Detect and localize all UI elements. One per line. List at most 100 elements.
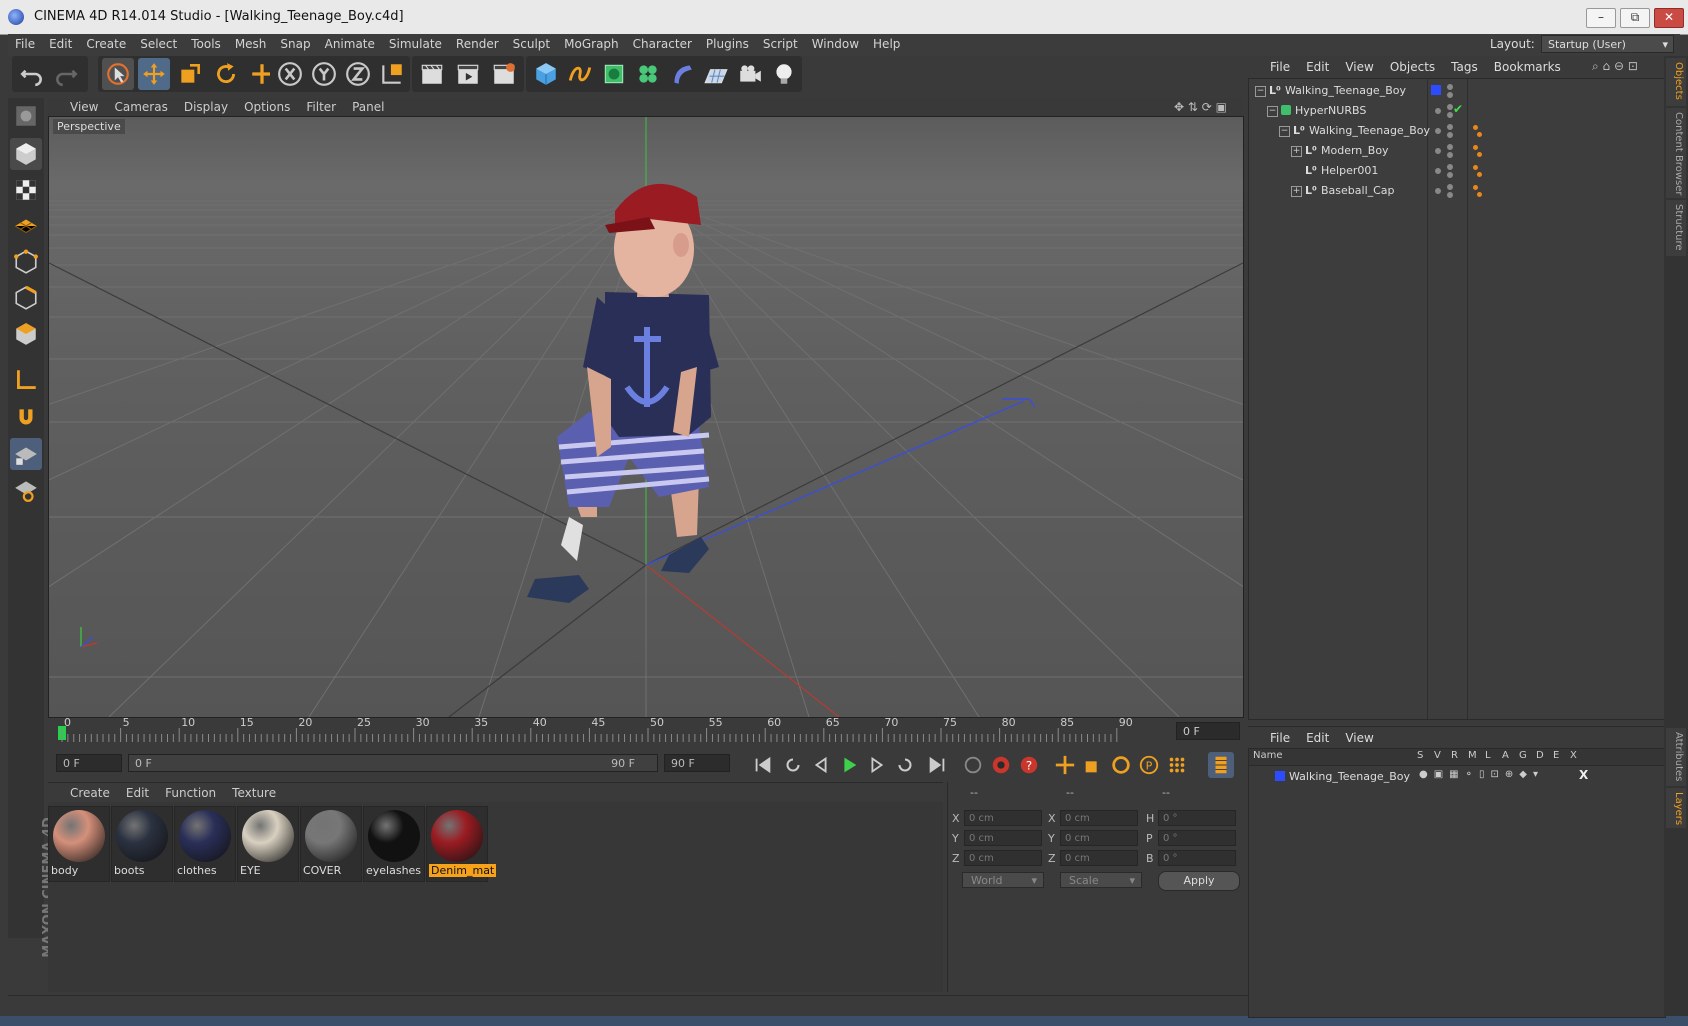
- object-menu-file[interactable]: File: [1248, 56, 1298, 74]
- record-point-level-button[interactable]: [1164, 752, 1190, 778]
- material-body[interactable]: body: [48, 806, 110, 882]
- tab-structure[interactable]: Structure: [1666, 200, 1686, 256]
- object-row[interactable]: − L⁰ Walking_Teenage_Boy: [1249, 121, 1665, 141]
- viewport-menu-cameras[interactable]: Cameras: [106, 98, 175, 114]
- layer-menu-edit[interactable]: Edit: [1298, 727, 1337, 745]
- menu-plugins[interactable]: Plugins: [699, 34, 756, 51]
- scale-button[interactable]: [174, 58, 206, 90]
- locked-workplane-button[interactable]: [10, 438, 42, 470]
- position-y-field[interactable]: 0 cm: [964, 830, 1042, 846]
- editor-visibility-dot[interactable]: [1447, 144, 1453, 150]
- editor-visibility-dot[interactable]: [1435, 148, 1441, 154]
- menu-character[interactable]: Character: [626, 34, 699, 51]
- layer-flag-icons[interactable]: ●▣▦⚬▯⊡⊕◆▾: [1419, 769, 1544, 780]
- walking-boy-model[interactable]: [527, 183, 719, 603]
- go-to-next-frame-button[interactable]: [864, 752, 890, 778]
- material-boots[interactable]: boots: [111, 806, 173, 882]
- redo-button[interactable]: [50, 58, 82, 90]
- layer-col-solo[interactable]: S: [1417, 750, 1423, 761]
- position-z-field[interactable]: 0 cm: [964, 850, 1042, 866]
- live-selection-button[interactable]: [102, 58, 134, 90]
- menu-mograph[interactable]: MoGraph: [557, 34, 626, 51]
- layout-select[interactable]: Startup (User): [1541, 35, 1674, 54]
- go-to-previous-frame-button[interactable]: [808, 752, 834, 778]
- record-rotation-button[interactable]: [1108, 752, 1134, 778]
- rotation-b-field[interactable]: 0 °: [1158, 850, 1236, 866]
- record-button[interactable]: [988, 752, 1014, 778]
- layer-col-locked[interactable]: L: [1485, 750, 1491, 761]
- size-y-field[interactable]: 0 cm: [1060, 830, 1138, 846]
- tag-icon[interactable]: [1473, 165, 1478, 170]
- object-row[interactable]: L⁰ Helper001: [1249, 161, 1665, 181]
- editor-visibility-dot[interactable]: [1435, 108, 1441, 114]
- menu-help[interactable]: Help: [866, 34, 907, 51]
- axis-mode-button[interactable]: [10, 364, 42, 396]
- material-denim-mat[interactable]: Denim_mat: [426, 806, 497, 882]
- viewport-menu-display[interactable]: Display: [176, 98, 236, 114]
- light-button[interactable]: [768, 58, 800, 90]
- mograph-cloner-button[interactable]: [632, 58, 664, 90]
- x-axis-lock-button[interactable]: [274, 58, 306, 90]
- object-row[interactable]: + L⁰ Modern_Boy: [1249, 141, 1665, 161]
- object-row[interactable]: − HyperNURBS ✔: [1249, 101, 1665, 121]
- tag-icon[interactable]: [1477, 152, 1482, 157]
- material-clothes[interactable]: clothes: [174, 806, 236, 882]
- enabled-check-icon[interactable]: ✔: [1453, 102, 1463, 116]
- go-to-next-key-button[interactable]: [892, 752, 918, 778]
- viewport-menu-panel[interactable]: Panel: [344, 98, 392, 114]
- layer-col-xref[interactable]: X: [1570, 750, 1577, 761]
- layer-col-animation[interactable]: A: [1502, 750, 1509, 761]
- current-frame-field[interactable]: 0 F: [1176, 722, 1240, 740]
- restore-button[interactable]: ⧉: [1620, 8, 1650, 28]
- editor-visibility-dot[interactable]: [1447, 84, 1453, 90]
- collapse-icon[interactable]: −: [1255, 86, 1266, 97]
- layer-col-render[interactable]: R: [1451, 750, 1458, 761]
- rotation-p-field[interactable]: 0 °: [1158, 830, 1236, 846]
- expand-icon[interactable]: +: [1291, 186, 1302, 197]
- planar-workplane-button[interactable]: [10, 474, 42, 506]
- keyframe-selection-button[interactable]: ?: [1016, 752, 1042, 778]
- record-scale-button[interactable]: [1080, 752, 1106, 778]
- menu-select[interactable]: Select: [133, 34, 184, 51]
- points-mode-button[interactable]: [10, 246, 42, 278]
- menu-edit[interactable]: Edit: [42, 34, 79, 51]
- editor-visibility-dot[interactable]: [1435, 168, 1441, 174]
- material-eyelashes[interactable]: eyelashes: [363, 806, 425, 882]
- minimize-button[interactable]: –: [1586, 8, 1616, 28]
- edges-mode-button[interactable]: [10, 282, 42, 314]
- editor-visibility-dot[interactable]: [1447, 184, 1453, 190]
- polygons-mode-button[interactable]: [10, 318, 42, 350]
- collapse-icon[interactable]: −: [1267, 106, 1278, 117]
- autokey-button[interactable]: [960, 752, 986, 778]
- go-to-previous-key-button[interactable]: [780, 752, 806, 778]
- viewport-menu-filter[interactable]: Filter: [298, 98, 344, 114]
- menu-snap[interactable]: Snap: [273, 34, 317, 51]
- record-position-button[interactable]: [1052, 752, 1078, 778]
- menu-create[interactable]: Create: [79, 34, 133, 51]
- tag-icon[interactable]: [1477, 192, 1482, 197]
- menu-window[interactable]: Window: [805, 34, 866, 51]
- render-view-button[interactable]: [416, 58, 448, 90]
- layer-menu-view[interactable]: View: [1337, 727, 1381, 745]
- y-axis-lock-button[interactable]: [308, 58, 340, 90]
- editor-visibility-dot[interactable]: [1435, 188, 1441, 194]
- object-manager-nav-icons[interactable]: ⌕ ⌂ ⊖ ⊡: [1592, 59, 1638, 74]
- tab-attributes[interactable]: Attributes: [1666, 728, 1686, 786]
- z-axis-lock-button[interactable]: [342, 58, 374, 90]
- tag-icon[interactable]: [1477, 172, 1482, 177]
- render-visibility-dot[interactable]: [1447, 192, 1453, 198]
- close-button[interactable]: ✕: [1654, 8, 1684, 28]
- object-menu-tags[interactable]: Tags: [1443, 56, 1486, 74]
- menu-sculpt[interactable]: Sculpt: [506, 34, 557, 51]
- record-parameter-button[interactable]: P: [1136, 752, 1162, 778]
- menu-mesh[interactable]: Mesh: [228, 34, 274, 51]
- coordinate-space-select[interactable]: World: [962, 872, 1044, 888]
- layer-col-view[interactable]: V: [1434, 750, 1441, 761]
- go-to-end-button[interactable]: [924, 752, 950, 778]
- xref-icon[interactable]: X: [1579, 768, 1588, 782]
- menu-simulate[interactable]: Simulate: [382, 34, 449, 51]
- perspective-viewport[interactable]: Perspective: [48, 116, 1244, 718]
- rotate-button[interactable]: [210, 58, 242, 90]
- coordinate-system-button[interactable]: [376, 58, 408, 90]
- viewport-nav-icons[interactable]: ✥ ⇅ ⟳ ▣: [1174, 100, 1227, 114]
